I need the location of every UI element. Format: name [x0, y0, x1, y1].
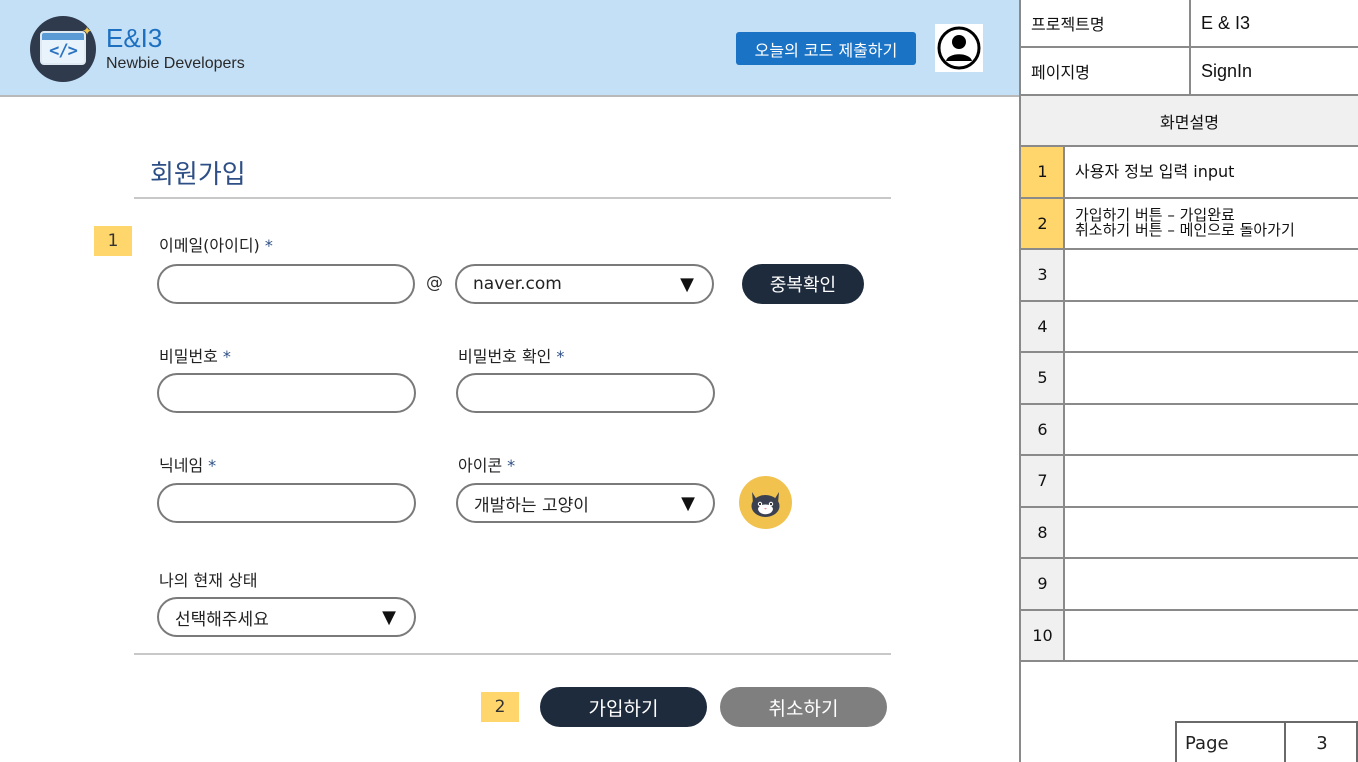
desc-row: 4 — [1021, 301, 1358, 353]
password-confirm-input[interactable] — [456, 373, 715, 413]
desc-row-number: 10 — [1021, 610, 1064, 660]
desc-line: 취소하기 버튼 – 메인으로 돌아가기 — [1075, 221, 1295, 240]
status-select-value: 선택해주세요 — [175, 609, 269, 630]
divider-bottom — [134, 653, 891, 655]
required-mark: * — [556, 347, 565, 366]
page-number: 3 — [1316, 733, 1328, 754]
email-domain-value: naver.com — [473, 274, 562, 294]
password-label: 비밀번호 * — [159, 347, 231, 366]
required-mark: * — [507, 456, 516, 475]
required-mark: * — [208, 456, 217, 475]
nickname-label: 닉네임 * — [159, 456, 217, 475]
chevron-down-icon: ▼ — [382, 607, 396, 628]
desc-row-text — [1065, 302, 1075, 352]
desc-row: 3 — [1021, 250, 1358, 302]
desc-row: 10 — [1021, 610, 1358, 662]
status-select[interactable]: 선택해주세요 ▼ — [157, 597, 416, 637]
duplicate-check-button[interactable]: 중복확인 — [742, 264, 864, 304]
user-avatar-icon[interactable] — [935, 24, 983, 72]
status-label: 나의 현재 상태 — [159, 571, 258, 590]
page-title: 회원가입 — [150, 160, 246, 190]
desc-row-text — [1065, 611, 1075, 661]
code-window-icon[interactable]: </> ✦ — [30, 16, 96, 82]
desc-row-text: 사용자 정보 입력 input — [1065, 147, 1234, 197]
desc-row-number: 8 — [1021, 507, 1064, 557]
desc-row: 6 — [1021, 404, 1358, 456]
desc-row-text — [1065, 250, 1075, 300]
annotation-marker-2: 2 — [481, 692, 519, 722]
desc-row-number: 6 — [1021, 404, 1064, 454]
password-input[interactable] — [157, 373, 416, 413]
project-label: 프로젝트명 — [1031, 15, 1105, 34]
password-confirm-label: 비밀번호 확인 * — [458, 347, 565, 366]
email-id-input[interactable] — [157, 264, 415, 304]
cat-avatar-icon — [739, 476, 792, 529]
nickname-input[interactable] — [157, 483, 416, 523]
submit-code-button[interactable]: 오늘의 코드 제출하기 — [736, 32, 916, 65]
desc-row-number: 3 — [1021, 250, 1064, 300]
desc-row-text — [1065, 559, 1075, 609]
email-domain-select[interactable]: naver.com ▼ — [455, 264, 714, 304]
desc-row: 1 사용자 정보 입력 input — [1021, 147, 1358, 199]
app-header: </> ✦ E&I3 Newbie Developers 오늘의 코드 제출하기 — [0, 0, 1020, 97]
at-sign: @ — [426, 273, 443, 293]
page-name-label: 페이지명 — [1031, 63, 1090, 82]
icon-label: 아이콘 * — [458, 456, 516, 475]
icon-select[interactable]: 개발하는 고양이 ▼ — [456, 483, 715, 523]
chevron-down-icon: ▼ — [680, 274, 694, 295]
desc-row-text: 가입하기 버튼 – 가입완료 취소하기 버튼 – 메인으로 돌아가기 — [1065, 199, 1295, 249]
divider-top — [134, 197, 891, 199]
header-divider — [1189, 0, 1191, 96]
desc-row-text — [1065, 508, 1075, 558]
join-button[interactable]: 가입하기 — [540, 687, 707, 727]
email-label: 이메일(아이디) * — [159, 236, 273, 255]
desc-row: 8 — [1021, 507, 1358, 559]
desc-row: 7 — [1021, 456, 1358, 508]
page-name-value: SignIn — [1201, 60, 1253, 81]
chevron-down-icon: ▼ — [681, 493, 695, 514]
desc-row-number: 2 — [1021, 198, 1064, 248]
brand-name: E&I3 — [106, 23, 163, 53]
annotation-marker-1: 1 — [94, 226, 132, 256]
cancel-button[interactable]: 취소하기 — [720, 687, 887, 727]
description-panel: 프로젝트명 E & I3 페이지명 SignIn 화면설명 1 사용자 정보 입력… — [1019, 0, 1358, 762]
page-number-box: Page 3 — [1175, 721, 1358, 762]
mockup-canvas: </> ✦ E&I3 Newbie Developers 오늘의 코드 제출하기… — [0, 0, 1020, 762]
desc-row-number: 9 — [1021, 559, 1064, 609]
desc-row: 5 — [1021, 353, 1358, 405]
desc-row: 9 — [1021, 559, 1358, 611]
desc-row-text — [1065, 405, 1075, 455]
desc-title-row: 화면설명 — [1021, 96, 1358, 147]
desc-row-text — [1065, 353, 1075, 403]
required-mark: * — [264, 236, 273, 255]
desc-row: 2 가입하기 버튼 – 가입완료 취소하기 버튼 – 메인으로 돌아가기 — [1021, 198, 1358, 250]
desc-line: 사용자 정보 입력 input — [1075, 162, 1235, 182]
brand-subtitle: Newbie Developers — [106, 55, 245, 72]
icon-select-value: 개발하는 고양이 — [474, 495, 589, 516]
desc-title: 화면설명 — [1160, 112, 1219, 132]
desc-row-text — [1065, 456, 1075, 506]
page-label: Page — [1185, 733, 1229, 754]
desc-row-number: 1 — [1021, 147, 1064, 197]
required-mark: * — [222, 347, 231, 366]
desc-row-number: 7 — [1021, 456, 1064, 506]
project-value: E & I3 — [1201, 12, 1251, 33]
desc-row-number: 4 — [1021, 301, 1064, 351]
desc-row-number: 5 — [1021, 353, 1064, 403]
